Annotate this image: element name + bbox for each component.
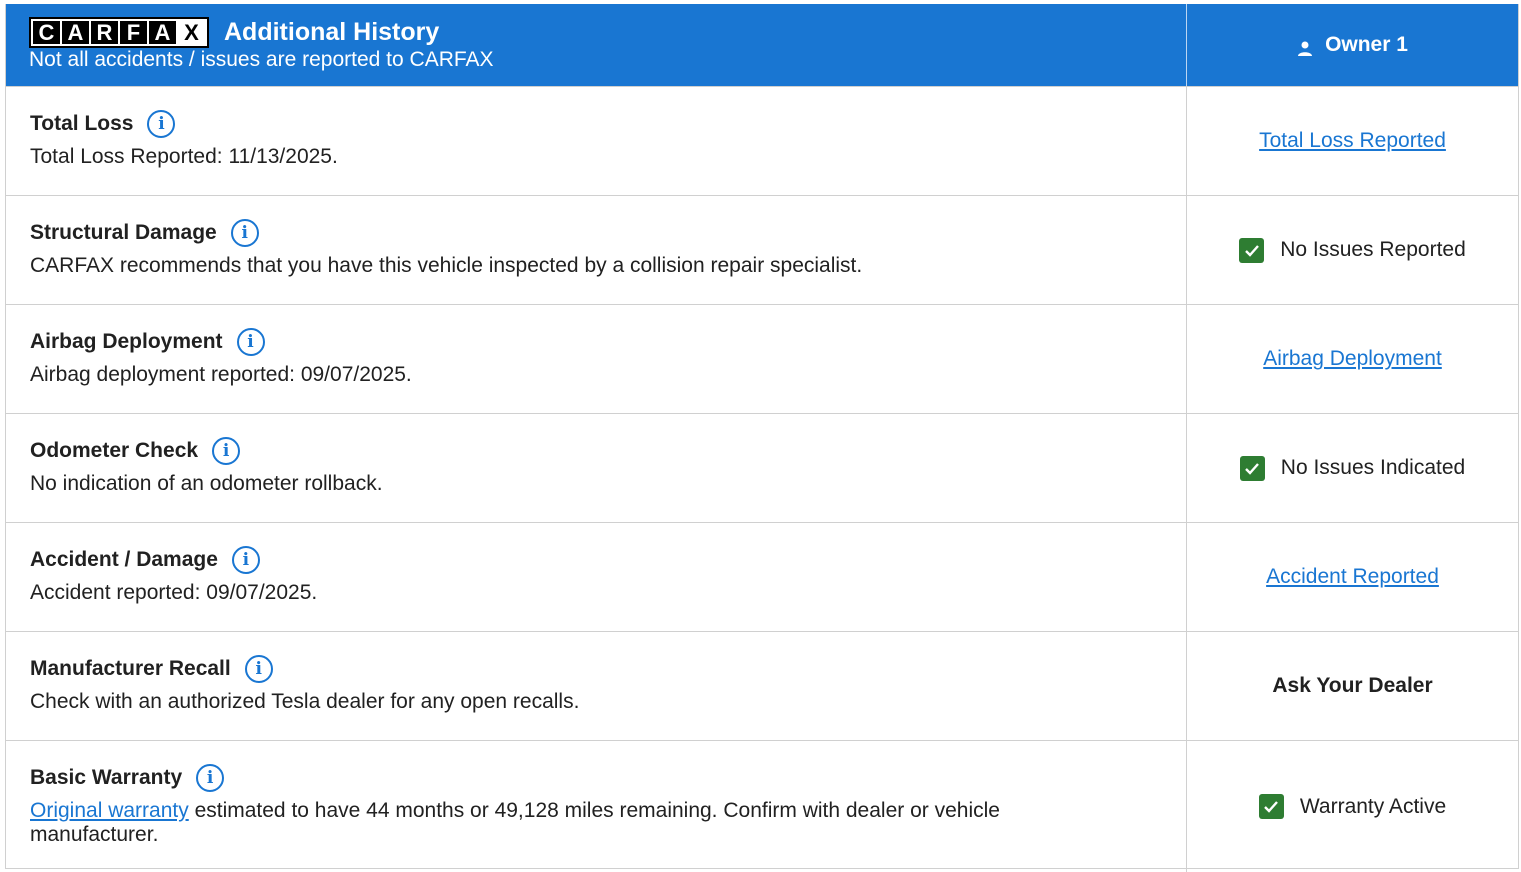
table-row-accident-damage: Accident / Damage i Accident reported: 0…: [6, 522, 1518, 631]
row-status: No Issues Indicated: [1187, 414, 1518, 522]
row-description: CARFAX recommends that you have this veh…: [30, 254, 863, 277]
row-title: Basic Warranty i: [30, 764, 1186, 792]
owner-column-header: Owner 1: [1187, 4, 1518, 86]
logo-letter: C: [33, 21, 60, 44]
info-icon[interactable]: i: [196, 764, 225, 792]
logo-letter: F: [120, 21, 147, 44]
check-icon: [1258, 794, 1284, 819]
additional-history-table: C A R F A X Additional History Not all a…: [5, 4, 1519, 872]
row-info: Airbag Deployment i Airbag deployment re…: [6, 305, 1187, 413]
row-title-text: Structural Damage: [30, 221, 217, 244]
row-status: Ask Your Dealer: [1187, 632, 1518, 740]
original-warranty-link[interactable]: Original warranty: [30, 799, 189, 822]
row-status: Accident Reported: [1187, 523, 1518, 631]
row-info: Odometer Check i No indication of an odo…: [6, 414, 1187, 522]
row-title-text: Total Loss: [30, 112, 134, 135]
row-status: Warranty Active: [1187, 741, 1518, 872]
check-icon: [1239, 455, 1265, 481]
status-text: No Issues Reported: [1280, 238, 1466, 261]
status-text: Ask Your Dealer: [1272, 674, 1433, 697]
table-row-airbag-deployment: Airbag Deployment i Airbag deployment re…: [6, 304, 1518, 413]
table-row-total-loss: Total Loss i Total Loss Reported: 11/13/…: [6, 86, 1518, 195]
row-title-text: Accident / Damage: [30, 548, 218, 571]
logo-letter: A: [149, 21, 176, 44]
row-title-text: Airbag Deployment: [30, 330, 223, 353]
total-loss-reported-link[interactable]: Total Loss Reported: [1259, 129, 1446, 153]
logo-letter: X: [178, 21, 205, 44]
info-icon[interactable]: i: [212, 437, 241, 465]
row-description: Accident reported: 09/07/2025.: [30, 581, 318, 604]
table-row-manufacturer-recall: Manufacturer Recall i Check with an auth…: [6, 631, 1518, 740]
logo-letter: A: [62, 21, 89, 44]
person-icon: [1298, 41, 1313, 56]
airbag-deployment-link[interactable]: Airbag Deployment: [1263, 347, 1442, 371]
header-title: Additional History: [224, 18, 440, 46]
owner-label: Owner 1: [1325, 33, 1408, 56]
status-text: No Issues Indicated: [1280, 456, 1466, 479]
row-status: Total Loss Reported: [1187, 87, 1518, 195]
header-subtitle: Not all accidents / issues are reported …: [29, 48, 494, 71]
row-info: Manufacturer Recall i Check with an auth…: [6, 632, 1187, 740]
row-info: Total Loss i Total Loss Reported: 11/13/…: [6, 87, 1187, 195]
info-icon[interactable]: i: [244, 655, 273, 683]
row-status: Airbag Deployment: [1187, 305, 1518, 413]
header-left: C A R F A X Additional History Not all a…: [6, 4, 1187, 86]
row-title: Odometer Check i: [30, 437, 1186, 465]
carfax-logo: C A R F A X: [29, 17, 209, 48]
table-row-odometer-check: Odometer Check i No indication of an odo…: [6, 413, 1518, 522]
row-description: Total Loss Reported: 11/13/2025.: [30, 145, 338, 168]
row-description: Check with an authorized Tesla dealer fo…: [30, 690, 580, 713]
row-title-text: Basic Warranty: [30, 766, 183, 789]
info-icon[interactable]: i: [231, 546, 260, 574]
status-ok: Warranty Active: [1258, 794, 1447, 819]
table-row-structural-damage: Structural Damage i CARFAX recommends th…: [6, 195, 1518, 304]
row-title: Airbag Deployment i: [30, 328, 1186, 356]
row-title-text: Odometer Check: [30, 439, 199, 462]
row-title-text: Manufacturer Recall: [30, 657, 231, 680]
status-ok: No Issues Indicated: [1239, 455, 1466, 481]
info-icon[interactable]: i: [236, 328, 265, 356]
row-info: Accident / Damage i Accident reported: 0…: [6, 523, 1187, 631]
row-title: Total Loss i: [30, 110, 1186, 138]
row-status: No Issues Reported: [1187, 196, 1518, 304]
row-title: Structural Damage i: [30, 219, 1186, 247]
row-description: Original warranty estimated to have 44 m…: [30, 799, 1110, 847]
info-icon[interactable]: i: [147, 110, 176, 138]
table-row-basic-warranty: Basic Warranty i Original warranty estim…: [6, 740, 1518, 872]
table-header: C A R F A X Additional History Not all a…: [6, 4, 1518, 86]
row-description: No indication of an odometer rollback.: [30, 472, 383, 495]
row-title: Manufacturer Recall i: [30, 655, 1186, 683]
accident-reported-link[interactable]: Accident Reported: [1266, 565, 1439, 589]
status-text: Warranty Active: [1299, 794, 1447, 818]
logo-letter: R: [91, 21, 118, 44]
row-info: Structural Damage i CARFAX recommends th…: [6, 196, 1187, 304]
status-ok: No Issues Reported: [1239, 237, 1466, 263]
row-info: Basic Warranty i Original warranty estim…: [6, 741, 1187, 872]
info-icon[interactable]: i: [230, 219, 259, 247]
row-description: Airbag deployment reported: 09/07/2025.: [30, 363, 412, 386]
row-title: Accident / Damage i: [30, 546, 1186, 574]
check-icon: [1239, 237, 1265, 263]
